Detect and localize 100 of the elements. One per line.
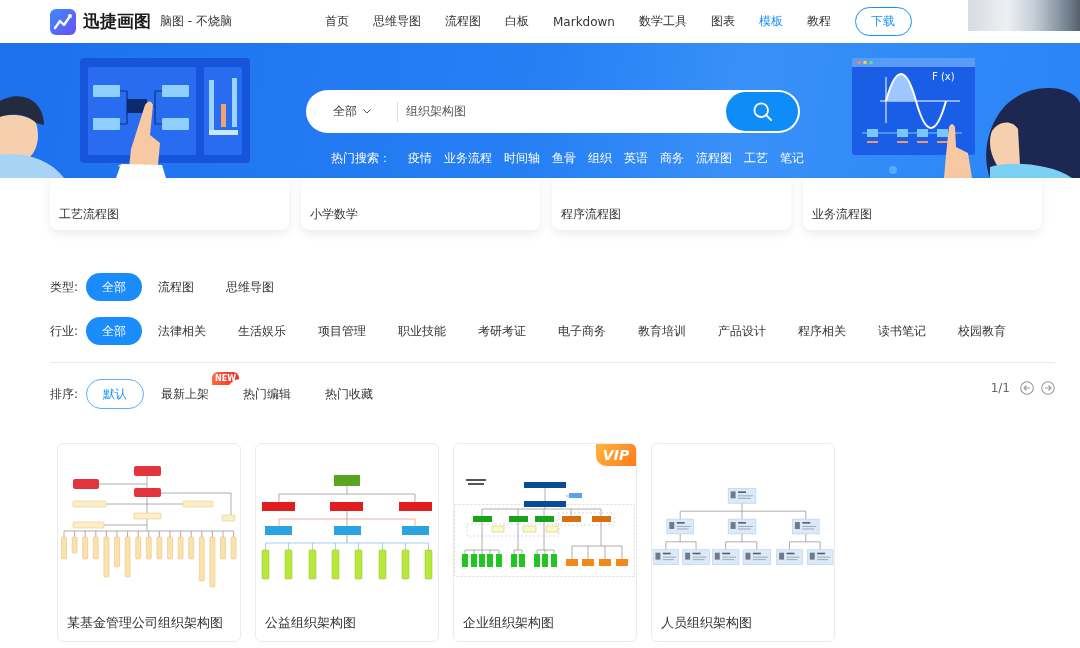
nav-link[interactable]: Markdown — [553, 14, 615, 29]
nav-link[interactable]: 数学工具 — [638, 13, 687, 30]
chart-node — [569, 492, 582, 498]
chart-node — [334, 474, 360, 486]
category-card[interactable]: 业务流程图 — [803, 178, 1042, 230]
filter-option[interactable]: 生活娱乐 — [222, 317, 302, 345]
chart-node — [582, 558, 594, 566]
slogan-text: 脑图 - 不烧脑 — [160, 13, 232, 30]
chart-node — [522, 525, 537, 532]
category-card[interactable]: 小学数学 — [301, 178, 540, 230]
filter-option[interactable]: 思维导图 — [210, 273, 290, 301]
next-page-icon[interactable] — [1041, 381, 1055, 395]
filter-label: 行业: — [50, 322, 80, 340]
dot-icon — [889, 166, 897, 174]
hot-search-label: 热门搜索： — [331, 150, 391, 167]
nav-link[interactable]: 思维导图 — [373, 13, 421, 30]
previous-page-icon[interactable] — [1020, 381, 1034, 395]
template-title: 企业组织架构图 — [462, 615, 555, 632]
chart-node — [511, 553, 517, 567]
search-icon — [752, 102, 772, 121]
template-card[interactable]: 某基金管理公司组织架构图 — [57, 443, 241, 642]
filter-option[interactable]: 职业技能 — [382, 317, 462, 345]
sort-label: 排序: — [50, 385, 80, 403]
chart-node — [524, 481, 566, 488]
filter-option[interactable]: 考研考证 — [462, 317, 542, 345]
chart-node — [308, 549, 317, 579]
chart-node — [133, 512, 162, 519]
chart-node — [61, 536, 67, 559]
chart-node — [188, 536, 194, 559]
filter-option[interactable]: 电子商务 — [542, 317, 622, 345]
profile-node — [727, 518, 757, 534]
chart-node — [134, 465, 161, 476]
filter-option[interactable]: 产品设计 — [702, 317, 782, 345]
chart-node — [471, 553, 477, 567]
hot-search-link[interactable]: 业务流程 — [444, 150, 492, 167]
search-input[interactable]: 组织架构图 — [406, 104, 726, 119]
brand-name: 迅捷画图 — [83, 10, 151, 33]
logo-icon — [50, 8, 76, 35]
chart-node — [177, 536, 184, 559]
nav-link[interactable]: 图表 — [710, 13, 735, 30]
template-card[interactable]: 公益组织架构图 — [255, 443, 439, 642]
filter-option[interactable]: 法律相关 — [142, 317, 222, 345]
caret-icon — [363, 109, 371, 114]
chart-node — [167, 536, 173, 559]
chart-node — [93, 536, 99, 559]
hot-search-link[interactable]: 英语 — [624, 150, 648, 167]
chart-node — [135, 536, 141, 559]
filter-option[interactable]: 项目管理 — [302, 317, 382, 345]
hot-search-link[interactable]: 鱼骨 — [552, 150, 576, 167]
chart-node — [401, 549, 410, 579]
template-card[interactable]: 企业组织架构图 VIP — [453, 443, 637, 642]
search-button[interactable] — [726, 92, 798, 131]
function-label: F (x) — [932, 71, 955, 82]
template-title: 某基金管理公司组织架构图 — [66, 615, 224, 632]
nav-link[interactable]: 白板 — [505, 13, 529, 30]
chart-node — [599, 558, 611, 566]
hot-search-link[interactable]: 时间轴 — [504, 150, 540, 167]
chart-node — [592, 515, 611, 522]
chart-node — [473, 515, 492, 522]
nav-link[interactable]: 流程图 — [445, 13, 481, 30]
profile-node — [712, 548, 740, 565]
chart-node — [566, 558, 578, 566]
chart-node — [496, 553, 502, 567]
chart-node — [424, 549, 433, 579]
filter-option[interactable]: 读书笔记 — [862, 317, 942, 345]
chart-node — [82, 536, 88, 559]
chart-node — [124, 536, 131, 577]
chart-node — [354, 549, 363, 579]
nav-link[interactable]: 教程 — [806, 13, 831, 30]
new-badge: NEW — [212, 372, 239, 385]
avatar-placeholder[interactable] — [968, 0, 1080, 31]
chart-node — [519, 553, 525, 567]
chart-node — [220, 536, 226, 559]
chart-node — [378, 549, 387, 579]
filter-option[interactable]: 校园教育 — [942, 317, 1022, 345]
chart-node — [402, 525, 429, 535]
chart-node — [334, 525, 361, 535]
filter-option[interactable]: 教育培训 — [622, 317, 702, 345]
chart-node — [146, 536, 152, 559]
chart-node — [542, 553, 548, 567]
chart-node — [562, 515, 581, 522]
filter-option[interactable]: 流程图 — [142, 273, 210, 301]
chart-node — [262, 501, 295, 511]
profile-node — [682, 548, 710, 565]
chart-node — [72, 521, 105, 528]
filter-option[interactable]: 程序相关 — [782, 317, 862, 345]
template-card[interactable]: 人员组织架构图 — [651, 443, 835, 642]
category-card[interactable]: 程序流程图 — [552, 178, 791, 230]
profile-node — [792, 518, 820, 534]
scope-dropdown[interactable]: 全部 — [333, 103, 371, 120]
chart-node — [72, 500, 107, 507]
page-indicator: 1/1 — [990, 381, 1010, 395]
chart-node — [330, 501, 363, 511]
chart-node — [535, 515, 554, 522]
chart-node — [156, 536, 163, 559]
chart-node — [261, 549, 270, 579]
hot-search-link[interactable]: 疫情 — [408, 150, 432, 167]
hot-search-link[interactable]: 组织 — [588, 150, 612, 167]
chart-node — [399, 501, 432, 511]
nav-link[interactable]: 首页 — [325, 13, 349, 30]
